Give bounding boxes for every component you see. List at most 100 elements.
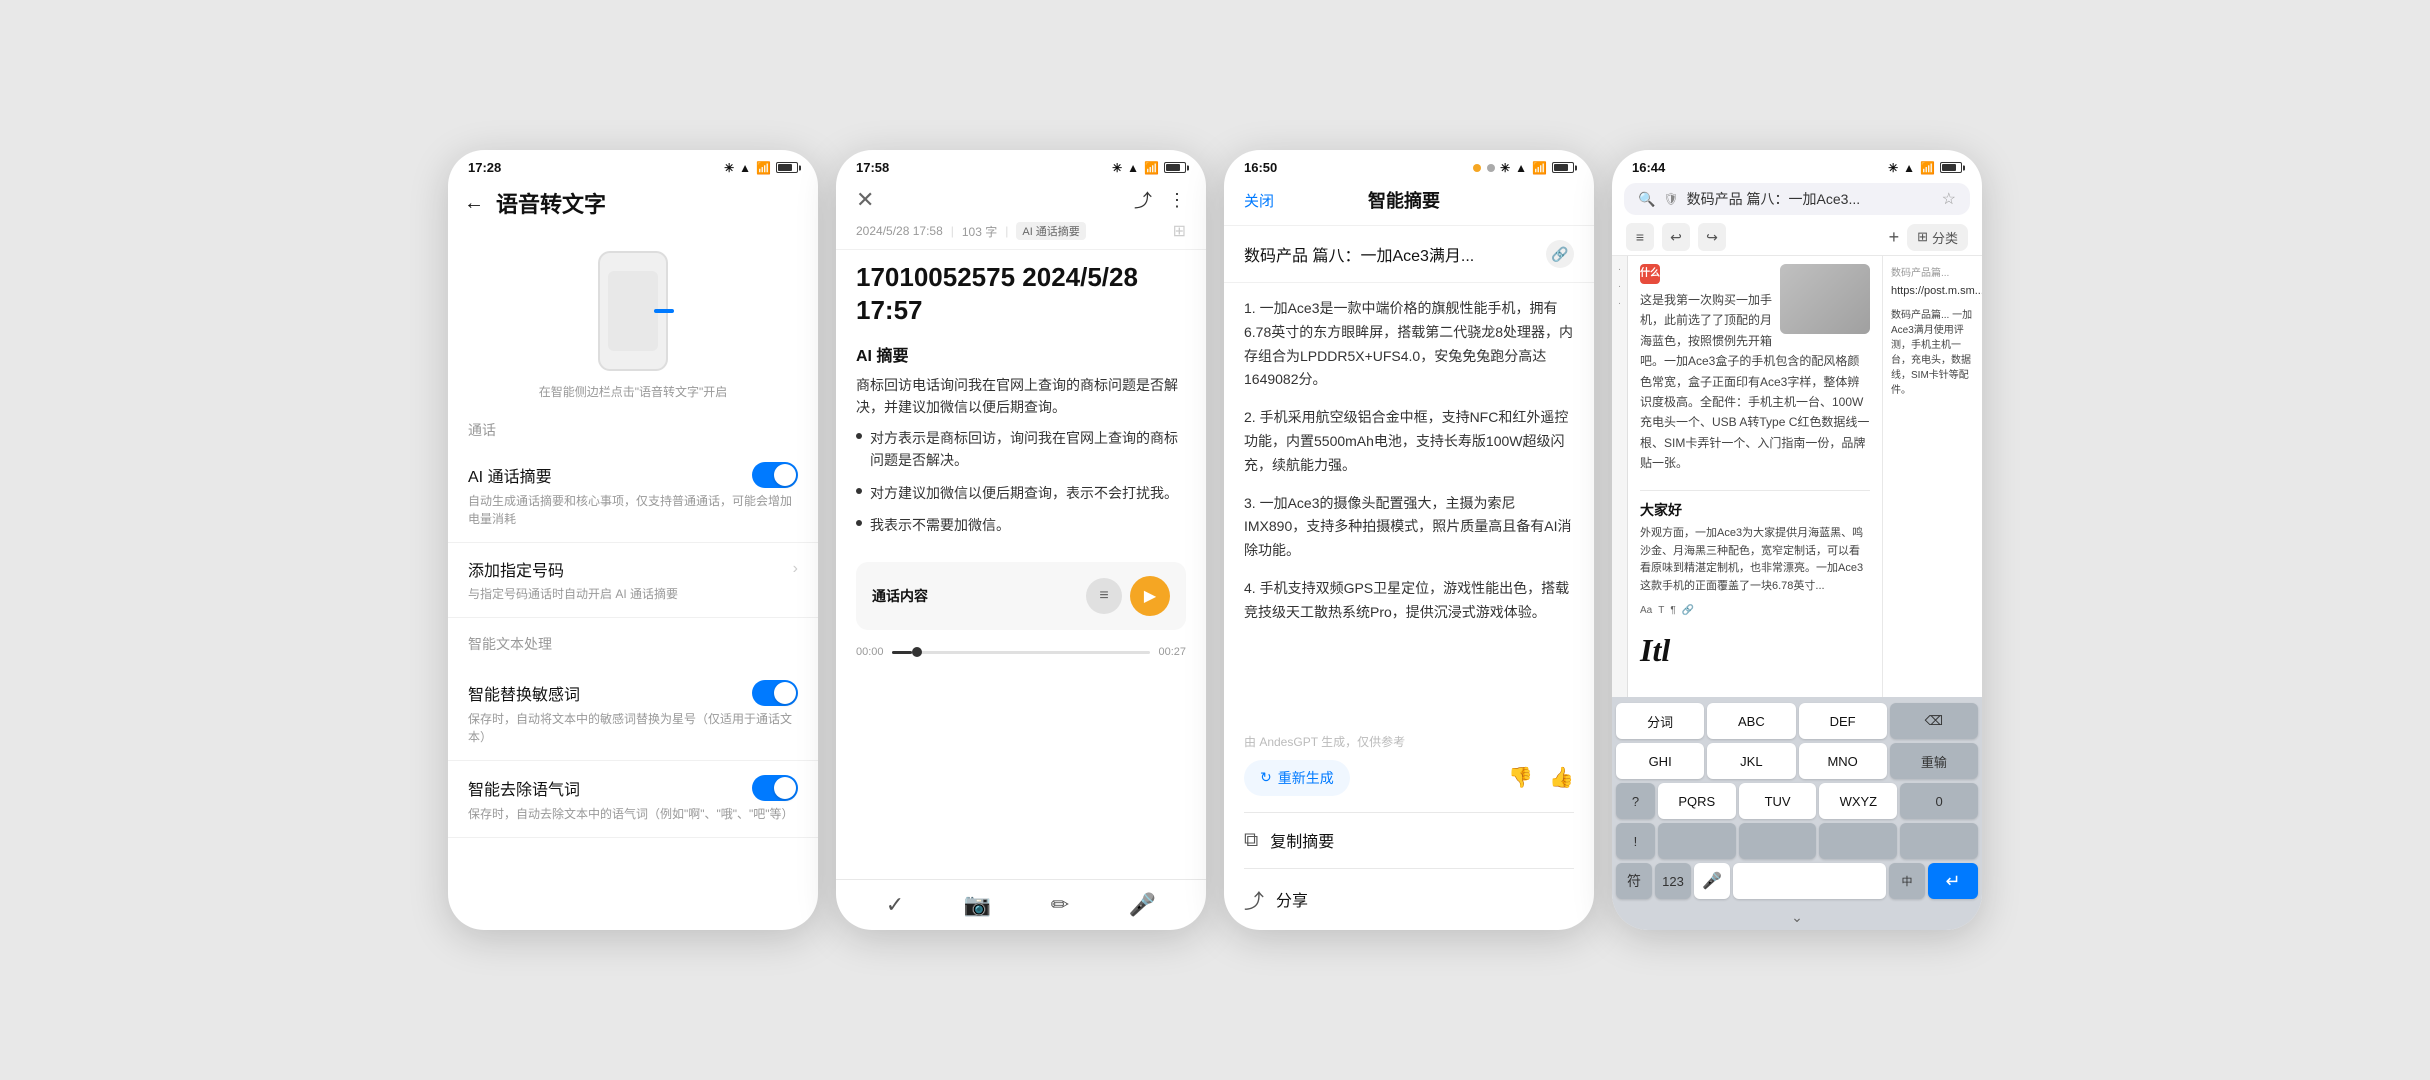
- smart-remove-toggle[interactable]: [752, 775, 798, 801]
- sidebar-title: 数码产品篇...: [1891, 264, 1974, 279]
- share-action[interactable]: ⤴ 分享: [1224, 869, 1594, 930]
- player-bottom: 00:00 00:27: [836, 642, 1206, 660]
- key-reenter[interactable]: 重输: [1890, 743, 1978, 779]
- back-button[interactable]: ←: [464, 192, 484, 215]
- p2-meta: 2024/5/28 17:58 | 103 字 | AI 通话摘要 ⊞: [836, 217, 1206, 250]
- chevron-down-icon[interactable]: ⌄: [1791, 909, 1803, 926]
- summary-item-1: 1. 一加Ace3是一款中端价格的旗舰性能手机，拥有6.78英寸的东方眼眸屏，搭…: [1244, 297, 1574, 392]
- phone-4-browser: 16:44 ✳ ▲ 📶 🔍 🛡 数码产品 篇八：一加Ace3... ☆ ≡ ↩ …: [1612, 150, 1982, 930]
- toolbar-undo-icon[interactable]: ↩: [1662, 223, 1690, 251]
- main-area: · · · 什么 这是我第一次购买一加手机，此前选了了顶配的月海蓝色，按照惯例先…: [1612, 256, 1982, 697]
- search-bar[interactable]: 🔍 🛡 数码产品 篇八：一加Ace3... ☆: [1624, 183, 1970, 215]
- p4-content: 🔍 🛡 数码产品 篇八：一加Ace3... ☆ ≡ ↩ ↪ + ⊞ 分类 · ·…: [1612, 179, 1982, 930]
- ai-summary-desc: 自动生成通话摘要和核心事项，仅支持普通通话，可能会增加电量消耗: [468, 492, 798, 528]
- key-symbol[interactable]: 符: [1616, 863, 1652, 899]
- p1-content: ← 语音转文字 在智能侧边栏点击"语音转文字"开启 通话 AI 通话摘要 自动生…: [448, 179, 818, 930]
- smart-replace-title: 智能替换敏感词: [468, 681, 580, 705]
- add-number-item[interactable]: 添加指定号码 › 与指定号码通话时自动开启 AI 通话摘要: [448, 543, 818, 618]
- right-sidebar: 数码产品篇... https://post.m.sm... 数码产品篇... 一…: [1882, 256, 1982, 697]
- toolbar-redo-icon[interactable]: ↪: [1698, 223, 1726, 251]
- key-ghi[interactable]: GHI: [1616, 743, 1704, 779]
- toolbar-plus-icon[interactable]: +: [1889, 227, 1900, 248]
- add-number-desc: 与指定号码通话时自动开启 AI 通话摘要: [468, 585, 798, 603]
- camera-icon[interactable]: 📷: [964, 892, 991, 918]
- key-mno[interactable]: MNO: [1799, 743, 1887, 779]
- section-call-title: 通话: [448, 416, 818, 448]
- key-pqrs[interactable]: PQRS: [1658, 783, 1736, 819]
- smart-replace-toggle[interactable]: [752, 680, 798, 706]
- progress-bar[interactable]: [892, 651, 1151, 654]
- link-icon-inline: 🔗: [1682, 603, 1694, 619]
- keyboard-row-2: GHI JKL MNO 重输: [1616, 743, 1978, 779]
- ai-badge: AI 通话摘要: [1016, 222, 1085, 240]
- close-button-2[interactable]: ✕: [856, 187, 874, 213]
- divider-3: [1244, 930, 1574, 931]
- key-exclaim[interactable]: !: [1616, 823, 1655, 859]
- smart-remove-title: 智能去除语气词: [468, 776, 580, 800]
- regenerate-button[interactable]: ↻ 重新生成: [1244, 760, 1350, 796]
- paragraph-icon: ¶: [1670, 603, 1675, 619]
- key-tuv[interactable]: TUV: [1739, 783, 1817, 819]
- article-second-section: 大家好 外观方面，一加Ace3为大家提供月海蓝黑、鸣沙金、月海黑三种配色，宽窄定…: [1640, 490, 1870, 596]
- more-icon[interactable]: ⋮: [1168, 190, 1186, 211]
- expand-icon: ⊞: [1173, 221, 1186, 241]
- generated-by: 由 AndesGPT 生成，仅供参考: [1224, 729, 1594, 760]
- key-wxyz[interactable]: WXYZ: [1819, 783, 1897, 819]
- side-icon-1[interactable]: ·: [1618, 264, 1621, 275]
- thumbs-down-button[interactable]: 👎: [1508, 765, 1533, 790]
- key-abc[interactable]: ABC: [1707, 703, 1795, 739]
- thumbs-up-button[interactable]: 👍: [1549, 765, 1574, 790]
- summary-text: 商标回访电话询问我在官网上查询的商标问题是否解决，并建议加微信以便后期查询。: [836, 374, 1206, 419]
- wifi-icon: ▲: [739, 161, 751, 175]
- side-icon-2[interactable]: ·: [1618, 281, 1621, 292]
- key-123[interactable]: 123: [1655, 863, 1691, 899]
- key-def[interactable]: DEF: [1799, 703, 1887, 739]
- time-2: 17:58: [856, 160, 889, 175]
- key-backspace[interactable]: ⌫: [1890, 703, 1978, 739]
- key-question[interactable]: ?: [1616, 783, 1655, 819]
- key-fenqie[interactable]: 分词: [1616, 703, 1704, 739]
- play-button[interactable]: ▶: [1130, 576, 1170, 616]
- key-lang[interactable]: 中: [1889, 863, 1925, 899]
- classify-button[interactable]: ⊞ 分类: [1907, 224, 1968, 251]
- side-icon-3[interactable]: ·: [1618, 298, 1621, 309]
- copy-icon: ⧉: [1244, 829, 1258, 852]
- key-enter[interactable]: ↵: [1928, 863, 1978, 899]
- bluetooth-icon-4: ✳: [1888, 161, 1898, 175]
- share-icon[interactable]: ⤴: [1134, 187, 1152, 213]
- signal-icon-2: 📶: [1144, 161, 1159, 175]
- p2-toolbar: ✕ ⤴ ⋮: [836, 179, 1206, 217]
- close-button-3[interactable]: 关闭: [1244, 190, 1274, 211]
- toolbar-list-icon[interactable]: ≡: [1626, 223, 1654, 251]
- time-1: 17:28: [468, 160, 501, 175]
- smart-remove-item: 智能去除语气词 保存时，自动去除文本中的语气词（例如"啊"、"哦"、"吧"等）: [448, 761, 818, 838]
- edit-icon[interactable]: ✏: [1051, 892, 1069, 918]
- bottom-bar: ✓ 📷 ✏ 🎤: [836, 879, 1206, 930]
- check-icon[interactable]: ✓: [886, 892, 904, 918]
- copy-action[interactable]: ⧉ 复制摘要: [1224, 812, 1594, 868]
- phone-1-voice-to-text: 17:28 ✳ ▲ 📶 ← 语音转文字 在智能侧边栏点击"语音转文字"开启 通话…: [448, 150, 818, 930]
- shield-icon: 🛡: [1663, 192, 1678, 206]
- meta-date: 2024/5/28 17:58: [856, 224, 943, 238]
- status-bar-2: 17:58 ✳ ▲ 📶: [836, 150, 1206, 179]
- link-button[interactable]: 🔗: [1546, 240, 1574, 268]
- key-0[interactable]: 0: [1900, 783, 1978, 819]
- regenerate-row: ↻ 重新生成 👎 👍: [1224, 760, 1594, 812]
- key-space[interactable]: [1733, 863, 1886, 899]
- ai-summary-toggle[interactable]: [752, 462, 798, 488]
- p3-content: 关闭 智能摘要 数码产品 篇八：一加Ace3满月... 🔗 1. 一加Ace3是…: [1224, 179, 1594, 930]
- mic-icon[interactable]: 🎤: [1129, 892, 1156, 918]
- classify-label: 分类: [1932, 228, 1958, 247]
- summary-body: 1. 一加Ace3是一款中端价格的旗舰性能手机，拥有6.78英寸的东方眼眸屏，搭…: [1224, 283, 1594, 729]
- add-number-title: 添加指定号码: [468, 557, 564, 581]
- playlist-button[interactable]: ≡: [1086, 578, 1122, 614]
- status-icons-3: ✳ ▲ 📶: [1473, 161, 1574, 175]
- key-mic[interactable]: 🎤: [1694, 863, 1730, 899]
- bookmark-icon[interactable]: ☆: [1942, 189, 1956, 209]
- bluetooth-icon-3: ✳: [1500, 161, 1510, 175]
- bullet-dot-2: [856, 488, 862, 494]
- second-section-text: 外观方面，一加Ace3为大家提供月海蓝黑、鸣沙金、月海黑三种配色，宽窄定制话，可…: [1640, 525, 1870, 595]
- summary-item-4: 4. 手机支持双频GPS卫星定位，游戏性能出色，搭载竞技级天工散热系统Pro，提…: [1244, 577, 1574, 625]
- p2-content: ✕ ⤴ ⋮ 2024/5/28 17:58 | 103 字 | AI 通话摘要 …: [836, 179, 1206, 930]
- key-jkl[interactable]: JKL: [1707, 743, 1795, 779]
